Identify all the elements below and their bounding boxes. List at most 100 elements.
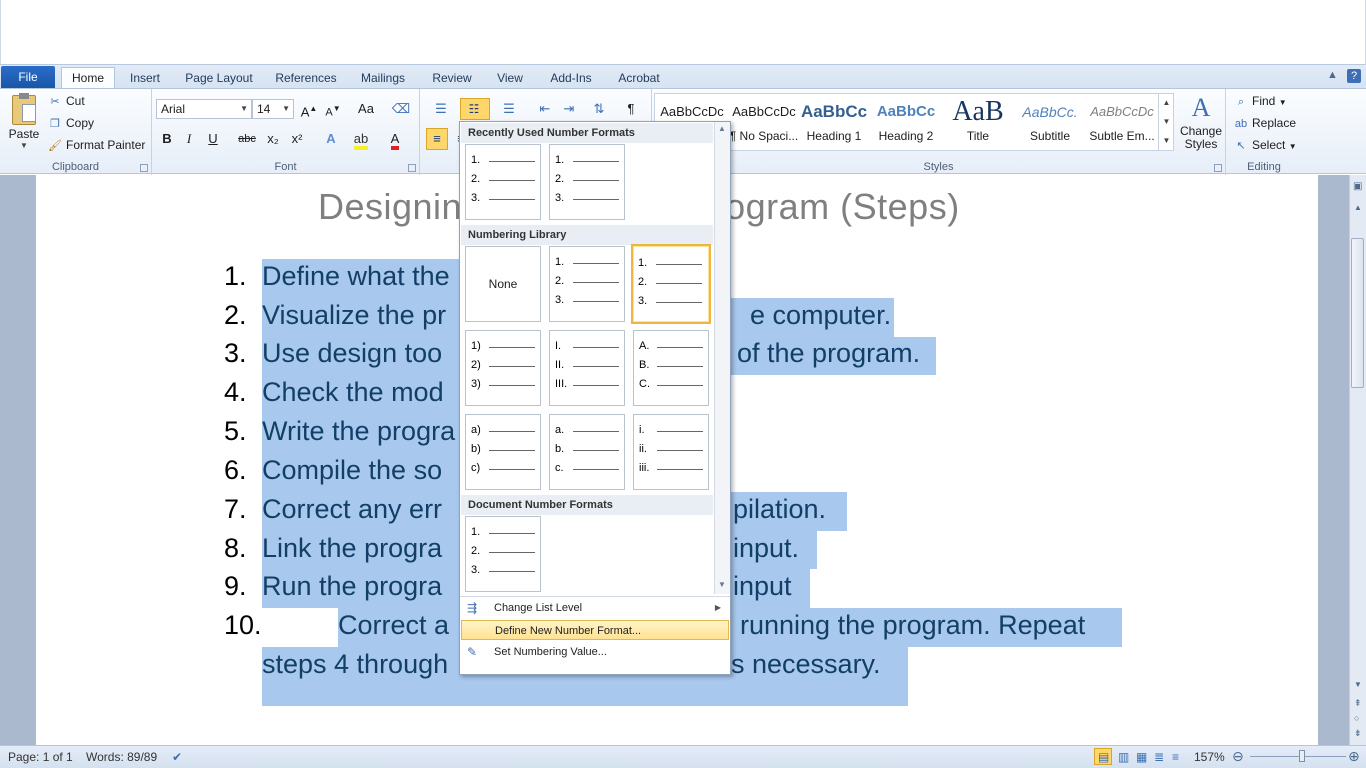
clear-formatting-icon[interactable]: ⌫ [390, 99, 412, 119]
zoom-out-icon[interactable]: ⊖ [1232, 748, 1244, 765]
multilevel-list-icon[interactable]: ☰ [496, 99, 522, 119]
bullets-icon[interactable]: ☰ [428, 99, 454, 119]
zoom-slider-thumb[interactable] [1299, 750, 1305, 762]
list-item-text[interactable]: Visualize the pr [262, 300, 446, 331]
minimize-ribbon-icon[interactable]: ▲ [1327, 69, 1338, 81]
zoom-slider[interactable] [1250, 756, 1346, 757]
style-heading-2[interactable]: AaBbCc Heading 2 [870, 95, 942, 149]
sort-icon[interactable]: ⇅ [588, 99, 610, 119]
browse-object-icon[interactable]: ○ [1354, 713, 1359, 723]
number-format-roman[interactable]: I. II. III. [549, 330, 625, 406]
cut-button[interactable]: ✂ Cut [48, 91, 84, 111]
number-format-lower-alpha[interactable]: a. b. c. [549, 414, 625, 490]
shrink-font-button[interactable]: A▼ [322, 99, 344, 119]
number-format-none[interactable]: None [465, 246, 541, 322]
tab-references[interactable]: References [268, 69, 344, 89]
find-button[interactable]: ⌕ Find ▼ [1234, 91, 1287, 111]
previous-page-icon[interactable]: ⇞ [1354, 698, 1362, 709]
styles-launcher-icon[interactable] [1214, 164, 1222, 172]
font-color-button[interactable]: A [384, 129, 406, 150]
tab-add-ins[interactable]: Add-Ins [542, 69, 600, 89]
proofing-icon[interactable]: ✔ [172, 750, 182, 764]
highlight-icon[interactable]: ab [350, 129, 372, 150]
tab-home[interactable]: Home [61, 67, 115, 90]
change-case-button[interactable]: Aa [352, 99, 380, 119]
style-title[interactable]: AaB Title [942, 95, 1014, 149]
style-subtitle[interactable]: AaBbCc. Subtitle [1014, 95, 1086, 149]
list-item-text[interactable]: Correct a [338, 610, 449, 641]
set-numbering-value-item[interactable]: ✎ Set Numbering Value... [461, 642, 729, 662]
list-item-text[interactable]: Use design too [262, 338, 442, 369]
ruler-toggle-icon[interactable]: ▣ [1353, 181, 1362, 192]
tab-review[interactable]: Review [424, 69, 480, 89]
tab-insert[interactable]: Insert [122, 69, 168, 89]
tab-acrobat[interactable]: Acrobat [610, 69, 668, 89]
list-item-text[interactable]: Define what the [262, 261, 450, 292]
zoom-level[interactable]: 157% [1194, 750, 1225, 764]
list-item-text-fragment[interactable]: s necessary. [731, 649, 881, 680]
subscript-button[interactable]: x₂ [262, 129, 284, 149]
web-layout-icon[interactable]: ▦ [1136, 750, 1147, 764]
list-item-text[interactable]: Run the progra [262, 571, 442, 602]
list-item-text-fragment[interactable]: e computer. [750, 300, 891, 331]
number-format-upper-alpha[interactable]: A. B. C. [633, 330, 709, 406]
list-item-text-fragment[interactable]: pilation. [733, 494, 826, 525]
full-screen-reading-icon[interactable]: ▥ [1118, 750, 1129, 764]
copy-button[interactable]: ❐ Copy [48, 113, 94, 133]
number-format-decimal-document[interactable]: 1. 2. 3. [465, 516, 541, 592]
list-item-text[interactable]: Correct any err [262, 494, 442, 525]
clipboard-launcher-icon[interactable] [140, 164, 148, 172]
scroll-up-icon[interactable]: ▲ [1354, 203, 1362, 212]
scrollbar-thumb[interactable] [1351, 238, 1364, 388]
zoom-in-icon[interactable]: ⊕ [1348, 748, 1360, 765]
replace-button[interactable]: ab Replace [1234, 113, 1296, 133]
scroll-down-icon[interactable]: ▼ [1354, 680, 1362, 689]
page-count[interactable]: Page: 1 of 1 [8, 750, 73, 764]
list-item-text-fragment[interactable]: input [733, 571, 792, 602]
styles-scroll[interactable]: ▲ ▼ ▼ [1158, 93, 1174, 151]
number-format-lower-roman[interactable]: i. ii. iii. [633, 414, 709, 490]
help-icon[interactable]: ? [1347, 69, 1361, 83]
next-page-icon[interactable]: ⇟ [1354, 728, 1362, 739]
number-format-decimal-recent[interactable]: 1. 2. 3. [549, 144, 625, 220]
font-size-combo[interactable]: 14 ▼ [252, 99, 294, 119]
number-format-lower-alpha-paren[interactable]: a) b) c) [465, 414, 541, 490]
list-item-text[interactable]: Link the progra [262, 533, 442, 564]
style-subtle-emphasis[interactable]: AaBbCcDc Subtle Em... [1086, 95, 1158, 149]
number-format-decimal[interactable]: 1. 2. 3. [549, 246, 625, 322]
list-item-text-fragment[interactable]: input. [733, 533, 799, 564]
list-item-text-fragment[interactable]: running the program. Repeat [740, 610, 1085, 641]
dropdown-scroll-up-icon[interactable]: ▲ [718, 124, 726, 133]
tab-page-layout[interactable]: Page Layout [180, 69, 258, 89]
tab-mailings[interactable]: Mailings [352, 69, 414, 89]
tab-view[interactable]: View [490, 69, 530, 89]
italic-button[interactable]: I [178, 129, 200, 149]
list-item-text[interactable]: Compile the so [262, 455, 442, 486]
list-item-text[interactable]: Check the mod [262, 377, 444, 408]
dropdown-scrollbar[interactable]: ▲ ▼ [714, 122, 730, 594]
grow-font-button[interactable]: A▲ [298, 99, 320, 119]
increase-indent-icon[interactable]: ⇥ [558, 99, 580, 119]
define-new-number-format-item[interactable]: Define New Number Format... [461, 620, 729, 640]
select-button[interactable]: ↖ Select ▼ [1234, 135, 1296, 155]
show-formatting-icon[interactable]: ¶ [620, 99, 642, 119]
text-effects-icon[interactable]: A [320, 129, 342, 149]
strikethrough-button[interactable]: abc [236, 129, 258, 149]
format-painter-button[interactable]: 🖌 Format Painter [48, 135, 145, 155]
change-list-level-item[interactable]: ⇶ Change List Level ▶ [461, 598, 729, 618]
list-item-text-fragment[interactable]: of the program. [737, 338, 920, 369]
bold-button[interactable]: B [156, 129, 178, 149]
outline-icon[interactable]: ≣ [1154, 750, 1164, 764]
number-format-paren[interactable]: 1) 2) 3) [465, 330, 541, 406]
superscript-button[interactable]: x² [286, 129, 308, 149]
paste-button[interactable]: Paste ▼ [6, 93, 42, 151]
style-heading-1[interactable]: AaBbCc Heading 1 [798, 95, 870, 149]
decrease-indent-icon[interactable]: ⇤ [534, 99, 556, 119]
number-format-decimal-selected[interactable]: 1. 2. 3. [631, 244, 711, 324]
dropdown-scroll-down-icon[interactable]: ▼ [718, 580, 726, 589]
change-styles-button[interactable]: A Change Styles [1178, 91, 1224, 157]
font-launcher-icon[interactable] [408, 164, 416, 172]
paste-dropdown-icon[interactable]: ▼ [6, 141, 42, 150]
draft-icon[interactable]: ≡ [1172, 750, 1179, 764]
style-no-spacing[interactable]: AaBbCcDc ¶ No Spaci... [728, 95, 800, 149]
